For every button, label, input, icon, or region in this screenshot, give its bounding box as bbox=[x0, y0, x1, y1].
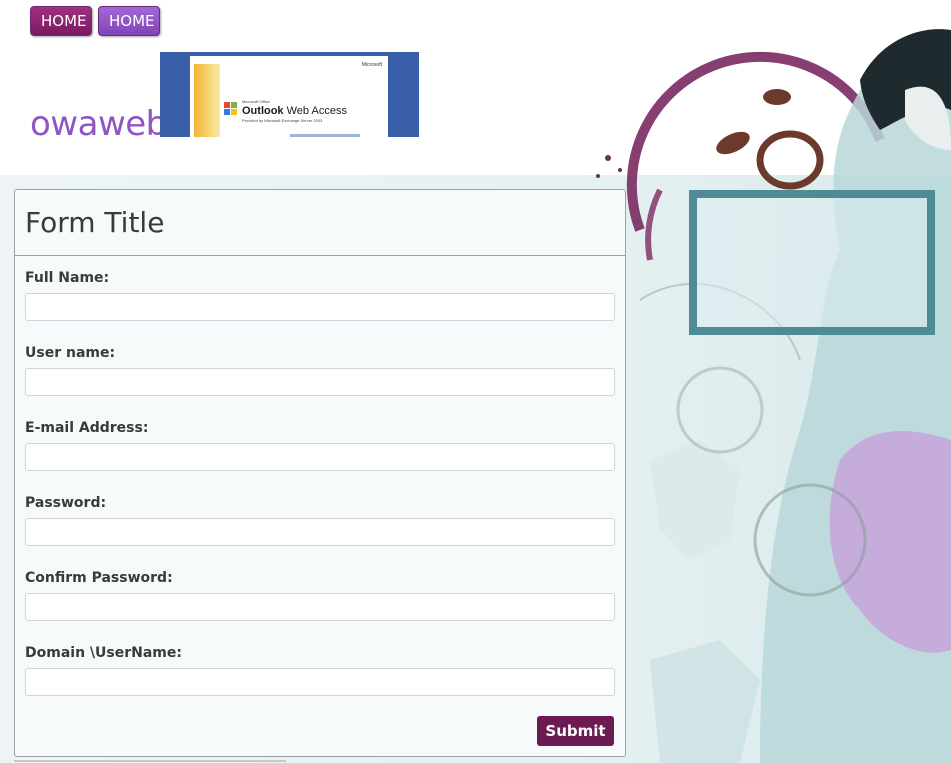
home-button-secondary[interactable]: HOME bbox=[98, 6, 160, 36]
owa-banner-stripe bbox=[194, 64, 220, 137]
full-name-input[interactable] bbox=[25, 293, 615, 321]
password-input[interactable] bbox=[25, 518, 615, 546]
confirm-password-label: Confirm Password: bbox=[25, 570, 173, 586]
form-header: Form Title bbox=[15, 190, 625, 256]
top-nav: HOME HOME bbox=[30, 6, 160, 36]
bottom-divider bbox=[14, 760, 286, 762]
domain-username-input[interactable] bbox=[25, 668, 615, 696]
domain-username-label: Domain \UserName: bbox=[25, 645, 182, 661]
registration-form: Form Title Full Name: User name: E-mail … bbox=[14, 189, 626, 757]
side-panel-box bbox=[689, 190, 935, 335]
owa-banner-image: Microsoft Microsoft Office Outlook Web A… bbox=[160, 52, 419, 137]
home-button[interactable]: HOME bbox=[30, 6, 92, 36]
username-label: User name: bbox=[25, 345, 116, 361]
username-input[interactable] bbox=[25, 368, 615, 396]
full-name-label: Full Name: bbox=[25, 270, 110, 286]
owa-title-rest: Web Access bbox=[283, 105, 347, 117]
site-logo-text: owaweb bbox=[30, 104, 167, 144]
form-title: Form Title bbox=[25, 206, 165, 239]
office-logo-icon bbox=[224, 102, 237, 115]
owa-banner-bar bbox=[290, 134, 360, 137]
owa-title-bold: Outlook bbox=[242, 105, 284, 117]
submit-button[interactable]: Submit bbox=[537, 716, 614, 746]
owa-banner-panel: Microsoft Microsoft Office Outlook Web A… bbox=[190, 56, 388, 137]
owa-office-line: Microsoft Office bbox=[242, 99, 270, 104]
confirm-password-input[interactable] bbox=[25, 593, 615, 621]
password-label: Password: bbox=[25, 495, 107, 511]
email-label: E-mail Address: bbox=[25, 420, 149, 436]
email-input[interactable] bbox=[25, 443, 615, 471]
owa-product-title: Outlook Web Access bbox=[242, 105, 347, 117]
owa-provided-by: Provided by Microsoft Exchange Server 20… bbox=[242, 118, 323, 123]
microsoft-logo-text: Microsoft bbox=[361, 62, 382, 68]
